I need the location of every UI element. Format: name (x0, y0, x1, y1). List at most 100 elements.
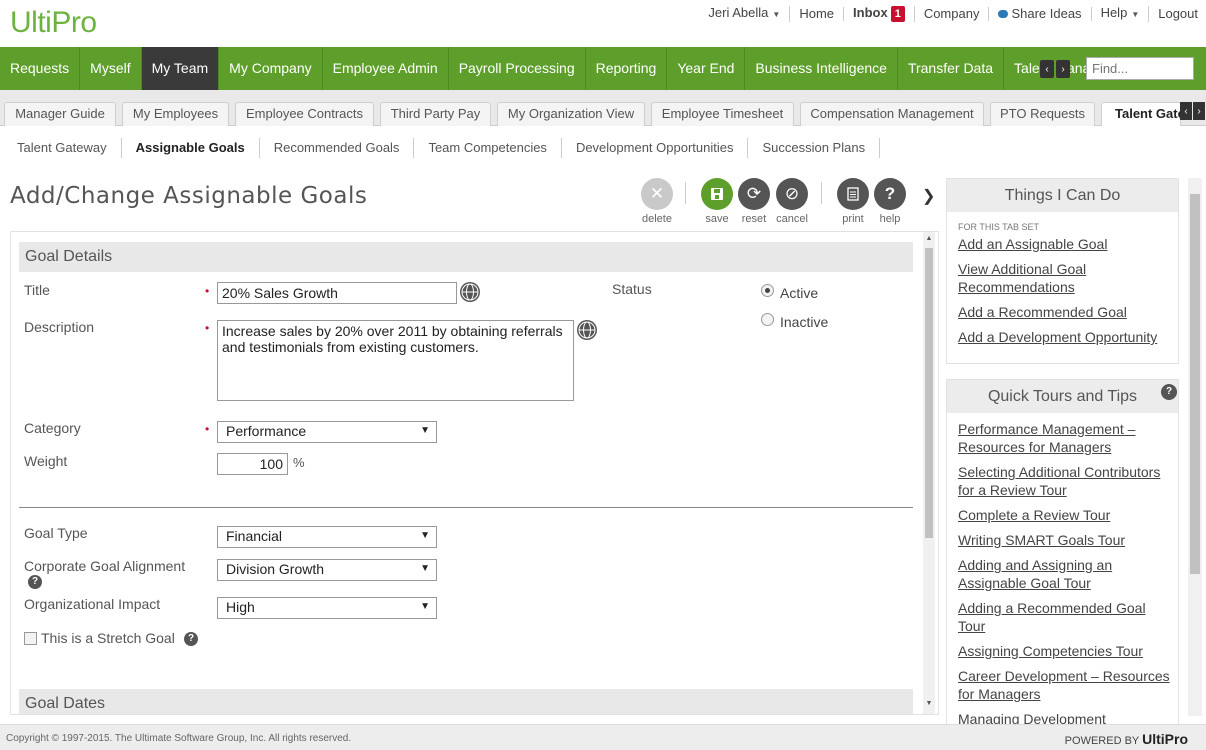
link-add-recommended-goal[interactable]: Add a Recommended Goal (958, 303, 1173, 321)
subnav-talent-gateway[interactable]: Talent Gateway (0, 138, 122, 158)
weight-unit: % (293, 455, 305, 470)
ultipro-logo[interactable]: UltiPro (10, 6, 97, 40)
alignment-select[interactable]: Division Growth ▼ (217, 559, 437, 581)
subnav-development-opportunities[interactable]: Development Opportunities (562, 138, 749, 158)
scroll-down-icon[interactable]: ▼ (923, 700, 935, 707)
tab-row: Manager Guide My Employees Employee Cont… (0, 90, 1206, 126)
nav-my-team[interactable]: My Team (141, 47, 220, 90)
link-tour-career-development[interactable]: Career Development – Resources for Manag… (958, 667, 1173, 703)
title-input[interactable] (217, 282, 457, 304)
link-add-development-opportunity[interactable]: Add a Development Opportunity (958, 328, 1173, 346)
tab-talent-gateway[interactable]: Talent Gateway (1101, 102, 1181, 126)
find-input[interactable] (1086, 57, 1194, 80)
powered-by-label: POWERED BY (1064, 735, 1140, 747)
tab-my-employees[interactable]: My Employees (122, 102, 229, 126)
cancel-label: cancel (776, 213, 808, 225)
nav-myself[interactable]: Myself (80, 47, 142, 90)
question-icon[interactable]: ? (184, 632, 198, 646)
nav-payroll-processing[interactable]: Payroll Processing (449, 47, 586, 90)
scrollbar-thumb[interactable] (925, 248, 933, 538)
globe-icon[interactable] (577, 320, 597, 340)
description-textarea[interactable]: Increase sales by 20% over 2011 by obtai… (217, 320, 574, 401)
tab-employee-timesheet[interactable]: Employee Timesheet (651, 102, 794, 126)
weight-input[interactable] (217, 453, 288, 475)
link-view-goal-recommendations[interactable]: View Additional Goal Recommendations (958, 260, 1173, 296)
sidebar-scrollbar[interactable] (1188, 178, 1202, 716)
chevron-right-icon[interactable]: › (1056, 60, 1070, 78)
question-icon[interactable]: ? (1161, 384, 1177, 400)
subnav-assignable-goals[interactable]: Assignable Goals (122, 138, 260, 158)
nav-my-company[interactable]: My Company (219, 47, 323, 90)
help-label: help (879, 213, 901, 225)
link-tour-competencies[interactable]: Assigning Competencies Tour (958, 642, 1173, 660)
subnav-succession-plans[interactable]: Succession Plans (748, 138, 881, 158)
status-inactive-radio[interactable] (761, 313, 774, 326)
inbox-link[interactable]: Inbox 1 (844, 6, 915, 22)
powered-by: POWERED BY UltiPro (1065, 731, 1188, 747)
delete-button[interactable]: ✕ delete (640, 178, 674, 225)
tab-compensation-management[interactable]: Compensation Management (800, 102, 984, 126)
link-tour-performance-management[interactable]: Performance Management – Resources for M… (958, 420, 1173, 456)
user-menu[interactable]: Jeri Abella ▼ (699, 6, 791, 22)
chevron-left-icon[interactable]: ‹ (1180, 102, 1192, 120)
link-tour-recommended-goal[interactable]: Adding a Recommended Goal Tour (958, 599, 1173, 635)
save-button[interactable]: save (700, 178, 734, 225)
tab-employee-contracts[interactable]: Employee Contracts (235, 102, 374, 126)
share-ideas-link[interactable]: Share Ideas (989, 7, 1092, 21)
nav-employee-admin[interactable]: Employee Admin (323, 47, 449, 90)
impact-value: High (226, 599, 255, 615)
link-tour-assigning-goal[interactable]: Adding and Assigning an Assignable Goal … (958, 556, 1173, 592)
things-title: Things I Can Do (947, 179, 1178, 212)
goal-form-panel: Goal Details Title • Status Active Inact… (10, 231, 939, 715)
nav-business-intelligence[interactable]: Business Intelligence (745, 47, 898, 90)
tab-third-party-pay[interactable]: Third Party Pay (380, 102, 491, 126)
cancel-button[interactable]: ⊘ cancel (775, 178, 809, 225)
chevron-right-icon[interactable]: › (1193, 102, 1205, 120)
status-label: Status (612, 281, 652, 297)
footer: Copyright © 1997-2015. The Ultimate Soft… (0, 724, 1206, 750)
help-menu[interactable]: Help ▼ (1092, 6, 1150, 22)
nav-requests[interactable]: Requests (0, 47, 81, 90)
scrollbar-thumb[interactable] (1190, 194, 1200, 574)
reset-label: reset (741, 213, 767, 225)
logout-link[interactable]: Logout (1149, 7, 1198, 21)
link-tour-complete-review[interactable]: Complete a Review Tour (958, 506, 1173, 524)
toolbar-divider (685, 182, 686, 204)
company-link[interactable]: Company (915, 7, 990, 21)
status-active-radio[interactable] (761, 284, 774, 297)
footer-logo: UltiPro (1142, 731, 1188, 747)
stretch-goal-checkbox[interactable] (24, 632, 37, 645)
impact-select[interactable]: High ▼ (217, 597, 437, 619)
top-links: Jeri Abella ▼ Home Inbox 1 Company Share I… (699, 6, 1198, 22)
globe-icon[interactable] (460, 282, 480, 302)
impact-label: Organizational Impact (24, 596, 161, 612)
link-add-assignable-goal[interactable]: Add an Assignable Goal (958, 235, 1173, 253)
reset-button[interactable]: ⟳ reset (737, 178, 771, 225)
scroll-up-icon[interactable]: ▲ (923, 235, 935, 242)
required-marker: • (205, 422, 210, 436)
chevron-left-icon[interactable]: ‹ (1040, 60, 1054, 78)
home-link[interactable]: Home (790, 7, 845, 21)
print-button[interactable]: print (836, 178, 870, 225)
nav-reporting[interactable]: Reporting (586, 47, 668, 90)
required-marker: • (205, 284, 210, 298)
subnav-recommended-goals[interactable]: Recommended Goals (260, 138, 415, 158)
tab-pto-requests[interactable]: PTO Requests (990, 102, 1095, 126)
nav-transfer-data[interactable]: Transfer Data (898, 47, 1005, 90)
link-tour-managing-development[interactable]: Managing Development (958, 710, 1173, 724)
things-caption: FOR THIS TAB SET (958, 222, 1040, 232)
subnav-team-competencies[interactable]: Team Competencies (414, 138, 562, 158)
category-select[interactable]: Performance ▼ (217, 421, 437, 443)
save-icon (701, 178, 733, 210)
link-tour-additional-contributors[interactable]: Selecting Additional Contributors for a … (958, 463, 1173, 499)
question-icon[interactable]: ? (28, 575, 42, 589)
help-button[interactable]: ? help (873, 178, 907, 225)
panel-scrollbar[interactable]: ▲ ▼ (923, 232, 935, 714)
tab-manager-guide[interactable]: Manager Guide (4, 102, 116, 126)
nav-year-end[interactable]: Year End (667, 47, 746, 90)
chevron-right-icon[interactable]: ❯ (922, 186, 935, 206)
goal-type-select[interactable]: Financial ▼ (217, 526, 437, 548)
tab-my-organization-view[interactable]: My Organization View (497, 102, 645, 126)
link-tour-smart-goals[interactable]: Writing SMART Goals Tour (958, 531, 1173, 549)
caret-down-icon: ▼ (772, 10, 781, 19)
